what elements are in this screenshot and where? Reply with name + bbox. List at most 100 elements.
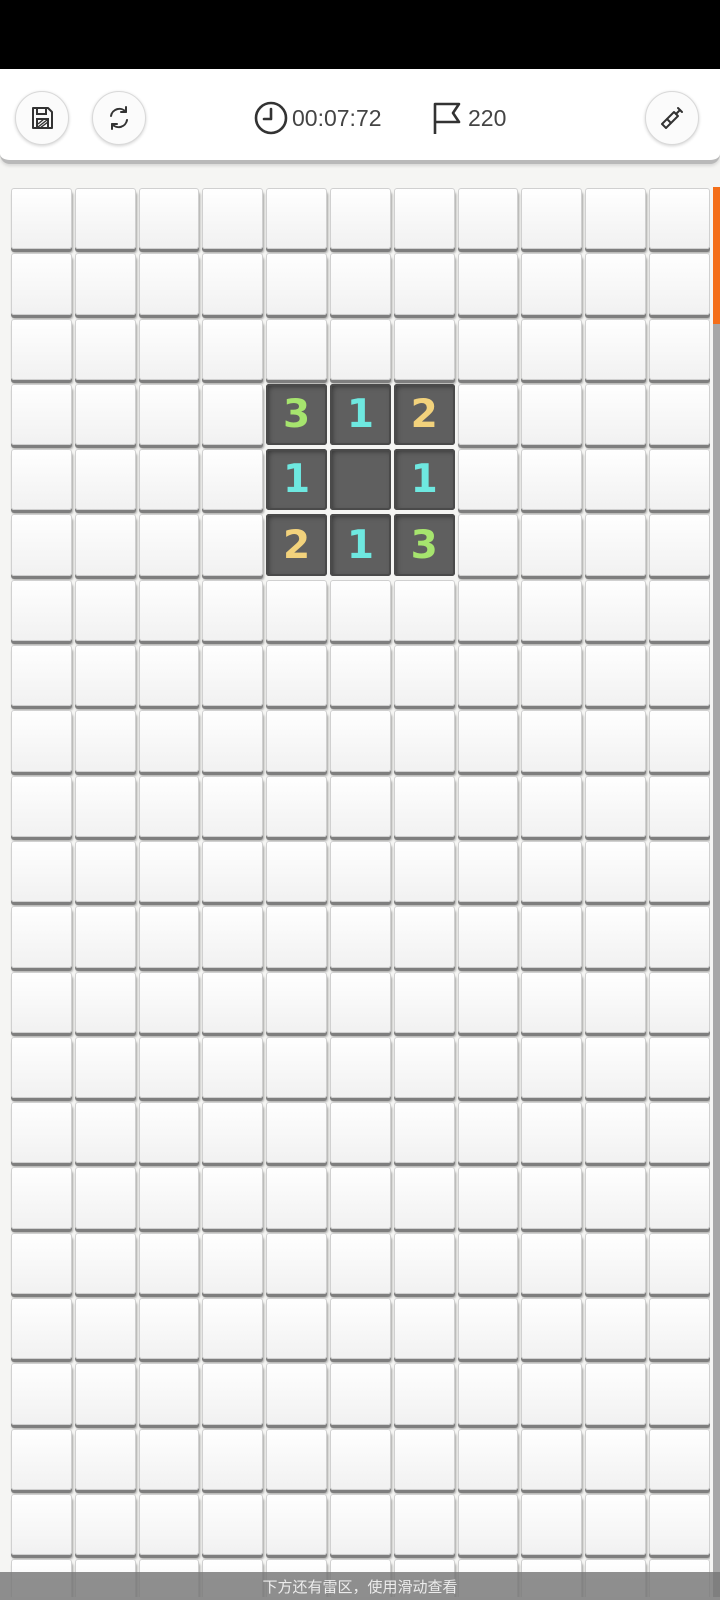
hidden-cell[interactable]	[74, 905, 138, 970]
hidden-cell[interactable]	[265, 1166, 329, 1231]
hidden-cell[interactable]	[138, 1428, 202, 1493]
hidden-cell[interactable]	[648, 1297, 710, 1362]
hidden-cell[interactable]	[10, 1036, 74, 1101]
hidden-cell[interactable]	[457, 1493, 521, 1558]
hidden-cell[interactable]	[457, 709, 521, 774]
hidden-cell[interactable]	[201, 840, 265, 905]
hidden-cell[interactable]	[329, 252, 393, 317]
hidden-cell[interactable]	[138, 1166, 202, 1231]
hidden-cell[interactable]	[329, 644, 393, 709]
hidden-cell[interactable]	[393, 1101, 457, 1166]
hidden-cell[interactable]	[138, 1232, 202, 1297]
hidden-cell[interactable]	[648, 1428, 710, 1493]
hidden-cell[interactable]	[201, 971, 265, 1036]
hidden-cell[interactable]	[329, 1297, 393, 1362]
hidden-cell[interactable]	[584, 1297, 648, 1362]
hidden-cell[interactable]	[393, 971, 457, 1036]
hidden-cell[interactable]	[329, 709, 393, 774]
hidden-cell[interactable]	[648, 971, 710, 1036]
hidden-cell[interactable]	[648, 905, 710, 970]
hidden-cell[interactable]	[584, 448, 648, 513]
hidden-cell[interactable]	[74, 644, 138, 709]
revealed-cell[interactable]	[329, 448, 393, 513]
revealed-cell[interactable]: 2	[265, 513, 329, 578]
hidden-cell[interactable]	[138, 775, 202, 840]
hidden-cell[interactable]	[520, 1428, 584, 1493]
hidden-cell[interactable]	[393, 1232, 457, 1297]
hidden-cell[interactable]	[520, 1362, 584, 1427]
hidden-cell[interactable]	[201, 187, 265, 252]
hidden-cell[interactable]	[648, 1362, 710, 1427]
hidden-cell[interactable]	[265, 971, 329, 1036]
hidden-cell[interactable]	[520, 513, 584, 578]
hidden-cell[interactable]	[520, 1101, 584, 1166]
hidden-cell[interactable]	[648, 840, 710, 905]
hidden-cell[interactable]	[10, 579, 74, 644]
hidden-cell[interactable]	[265, 1297, 329, 1362]
hidden-cell[interactable]	[584, 1232, 648, 1297]
hidden-cell[interactable]	[520, 971, 584, 1036]
hidden-cell[interactable]	[265, 252, 329, 317]
hidden-cell[interactable]	[393, 252, 457, 317]
hidden-cell[interactable]	[138, 971, 202, 1036]
hidden-cell[interactable]	[265, 1036, 329, 1101]
hidden-cell[interactable]	[138, 709, 202, 774]
hidden-cell[interactable]	[265, 644, 329, 709]
hidden-cell[interactable]	[10, 1362, 74, 1427]
hidden-cell[interactable]	[457, 644, 521, 709]
hidden-cell[interactable]	[393, 1493, 457, 1558]
hidden-cell[interactable]	[520, 1493, 584, 1558]
hidden-cell[interactable]	[393, 840, 457, 905]
hidden-cell[interactable]	[10, 971, 74, 1036]
hidden-cell[interactable]	[648, 1493, 710, 1558]
hidden-cell[interactable]	[74, 971, 138, 1036]
hidden-cell[interactable]	[648, 644, 710, 709]
revealed-cell[interactable]: 1	[329, 383, 393, 448]
hidden-cell[interactable]	[393, 1428, 457, 1493]
hidden-cell[interactable]	[138, 252, 202, 317]
hidden-cell[interactable]	[201, 513, 265, 578]
hidden-cell[interactable]	[74, 1232, 138, 1297]
hidden-cell[interactable]	[584, 383, 648, 448]
hidden-cell[interactable]	[74, 1166, 138, 1231]
hidden-cell[interactable]	[329, 775, 393, 840]
hidden-cell[interactable]	[10, 1428, 74, 1493]
hidden-cell[interactable]	[138, 187, 202, 252]
hidden-cell[interactable]	[393, 709, 457, 774]
hidden-cell[interactable]	[584, 1493, 648, 1558]
hidden-cell[interactable]	[138, 905, 202, 970]
dig-mode-button[interactable]	[645, 91, 699, 145]
hidden-cell[interactable]	[329, 579, 393, 644]
hidden-cell[interactable]	[393, 905, 457, 970]
hidden-cell[interactable]	[329, 1493, 393, 1558]
hidden-cell[interactable]	[138, 383, 202, 448]
hidden-cell[interactable]	[74, 709, 138, 774]
hidden-cell[interactable]	[74, 318, 138, 383]
revealed-cell[interactable]: 3	[393, 513, 457, 578]
hidden-cell[interactable]	[10, 318, 74, 383]
hidden-cell[interactable]	[520, 318, 584, 383]
hidden-cell[interactable]	[457, 905, 521, 970]
hidden-cell[interactable]	[648, 579, 710, 644]
hidden-cell[interactable]	[201, 318, 265, 383]
hidden-cell[interactable]	[457, 579, 521, 644]
hidden-cell[interactable]	[457, 1036, 521, 1101]
hidden-cell[interactable]	[457, 971, 521, 1036]
hidden-cell[interactable]	[74, 1036, 138, 1101]
revealed-cell[interactable]: 1	[265, 448, 329, 513]
hidden-cell[interactable]	[457, 840, 521, 905]
hidden-cell[interactable]	[265, 840, 329, 905]
hidden-cell[interactable]	[393, 644, 457, 709]
hidden-cell[interactable]	[138, 840, 202, 905]
hidden-cell[interactable]	[329, 1362, 393, 1427]
hidden-cell[interactable]	[201, 1428, 265, 1493]
hidden-cell[interactable]	[393, 1362, 457, 1427]
hidden-cell[interactable]	[201, 1036, 265, 1101]
hidden-cell[interactable]	[457, 775, 521, 840]
hidden-cell[interactable]	[520, 644, 584, 709]
hidden-cell[interactable]	[138, 1036, 202, 1101]
hidden-cell[interactable]	[74, 383, 138, 448]
hidden-cell[interactable]	[74, 775, 138, 840]
revealed-cell[interactable]: 2	[393, 383, 457, 448]
hidden-cell[interactable]	[201, 1297, 265, 1362]
